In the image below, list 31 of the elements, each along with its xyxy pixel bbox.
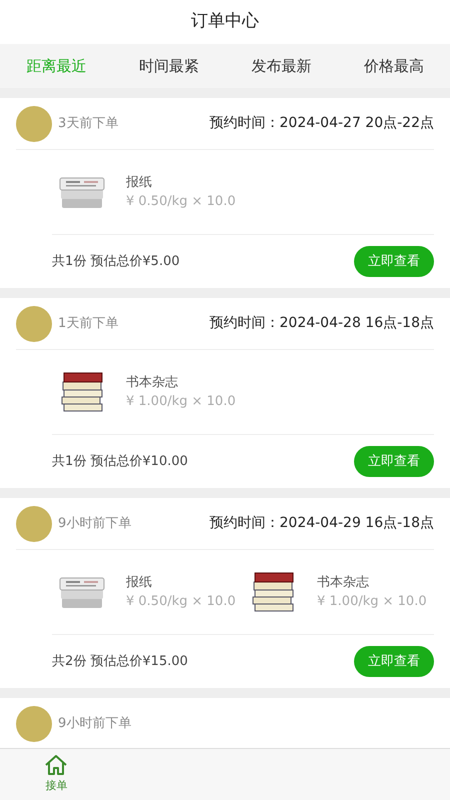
- item-price: ¥ 1.00/kg × 10.0: [317, 593, 427, 611]
- order-time-ago: 9小时前下单: [58, 514, 132, 533]
- view-now-button[interactable]: 立即查看: [354, 246, 434, 277]
- appointment-time: 预约时间：2024-04-28 16点-18点: [210, 314, 434, 333]
- filter-tab[interactable]: 价格最高: [338, 44, 450, 88]
- item-name: 报纸: [126, 174, 153, 192]
- avatar-photo-placeholder: [16, 506, 52, 542]
- avatar-photo-placeholder: [16, 706, 52, 742]
- order-summary: 共1份 预估总价¥10.00: [52, 452, 188, 471]
- order-time-ago: 3天前下单: [58, 114, 118, 133]
- view-now-button[interactable]: 立即查看: [354, 646, 434, 677]
- item-name: 书本杂志: [126, 374, 179, 392]
- filter-tab[interactable]: 距离最近: [0, 44, 112, 88]
- order-time-ago: 9小时前下单: [58, 714, 132, 733]
- page-title: 订单中心: [191, 10, 259, 34]
- item-price: ¥ 0.50/kg × 10.0: [126, 593, 236, 611]
- item-price: ¥ 1.00/kg × 10.0: [126, 393, 236, 411]
- item-price: ¥ 0.50/kg × 10.0: [126, 193, 236, 211]
- appointment-time: 预约时间：2024-04-27 20点-22点: [210, 114, 434, 133]
- home-icon: [44, 754, 68, 776]
- filter-tab[interactable]: 发布最新: [225, 44, 338, 88]
- order-summary: 共2份 预估总价¥15.00: [52, 652, 188, 671]
- item-name: 报纸: [126, 574, 153, 592]
- order-time-ago: 1天前下单: [58, 314, 118, 333]
- view-now-button[interactable]: 立即查看: [354, 446, 434, 477]
- appointment-time: 预约时间：2024-04-29 16点-18点: [210, 514, 434, 533]
- filter-tab[interactable]: 时间最紧: [112, 44, 225, 88]
- item-name: 书本杂志: [317, 574, 370, 592]
- avatar-photo-placeholder: [16, 306, 52, 342]
- order-summary: 共1份 预估总价¥5.00: [52, 252, 180, 271]
- avatar-photo-placeholder: [16, 106, 52, 142]
